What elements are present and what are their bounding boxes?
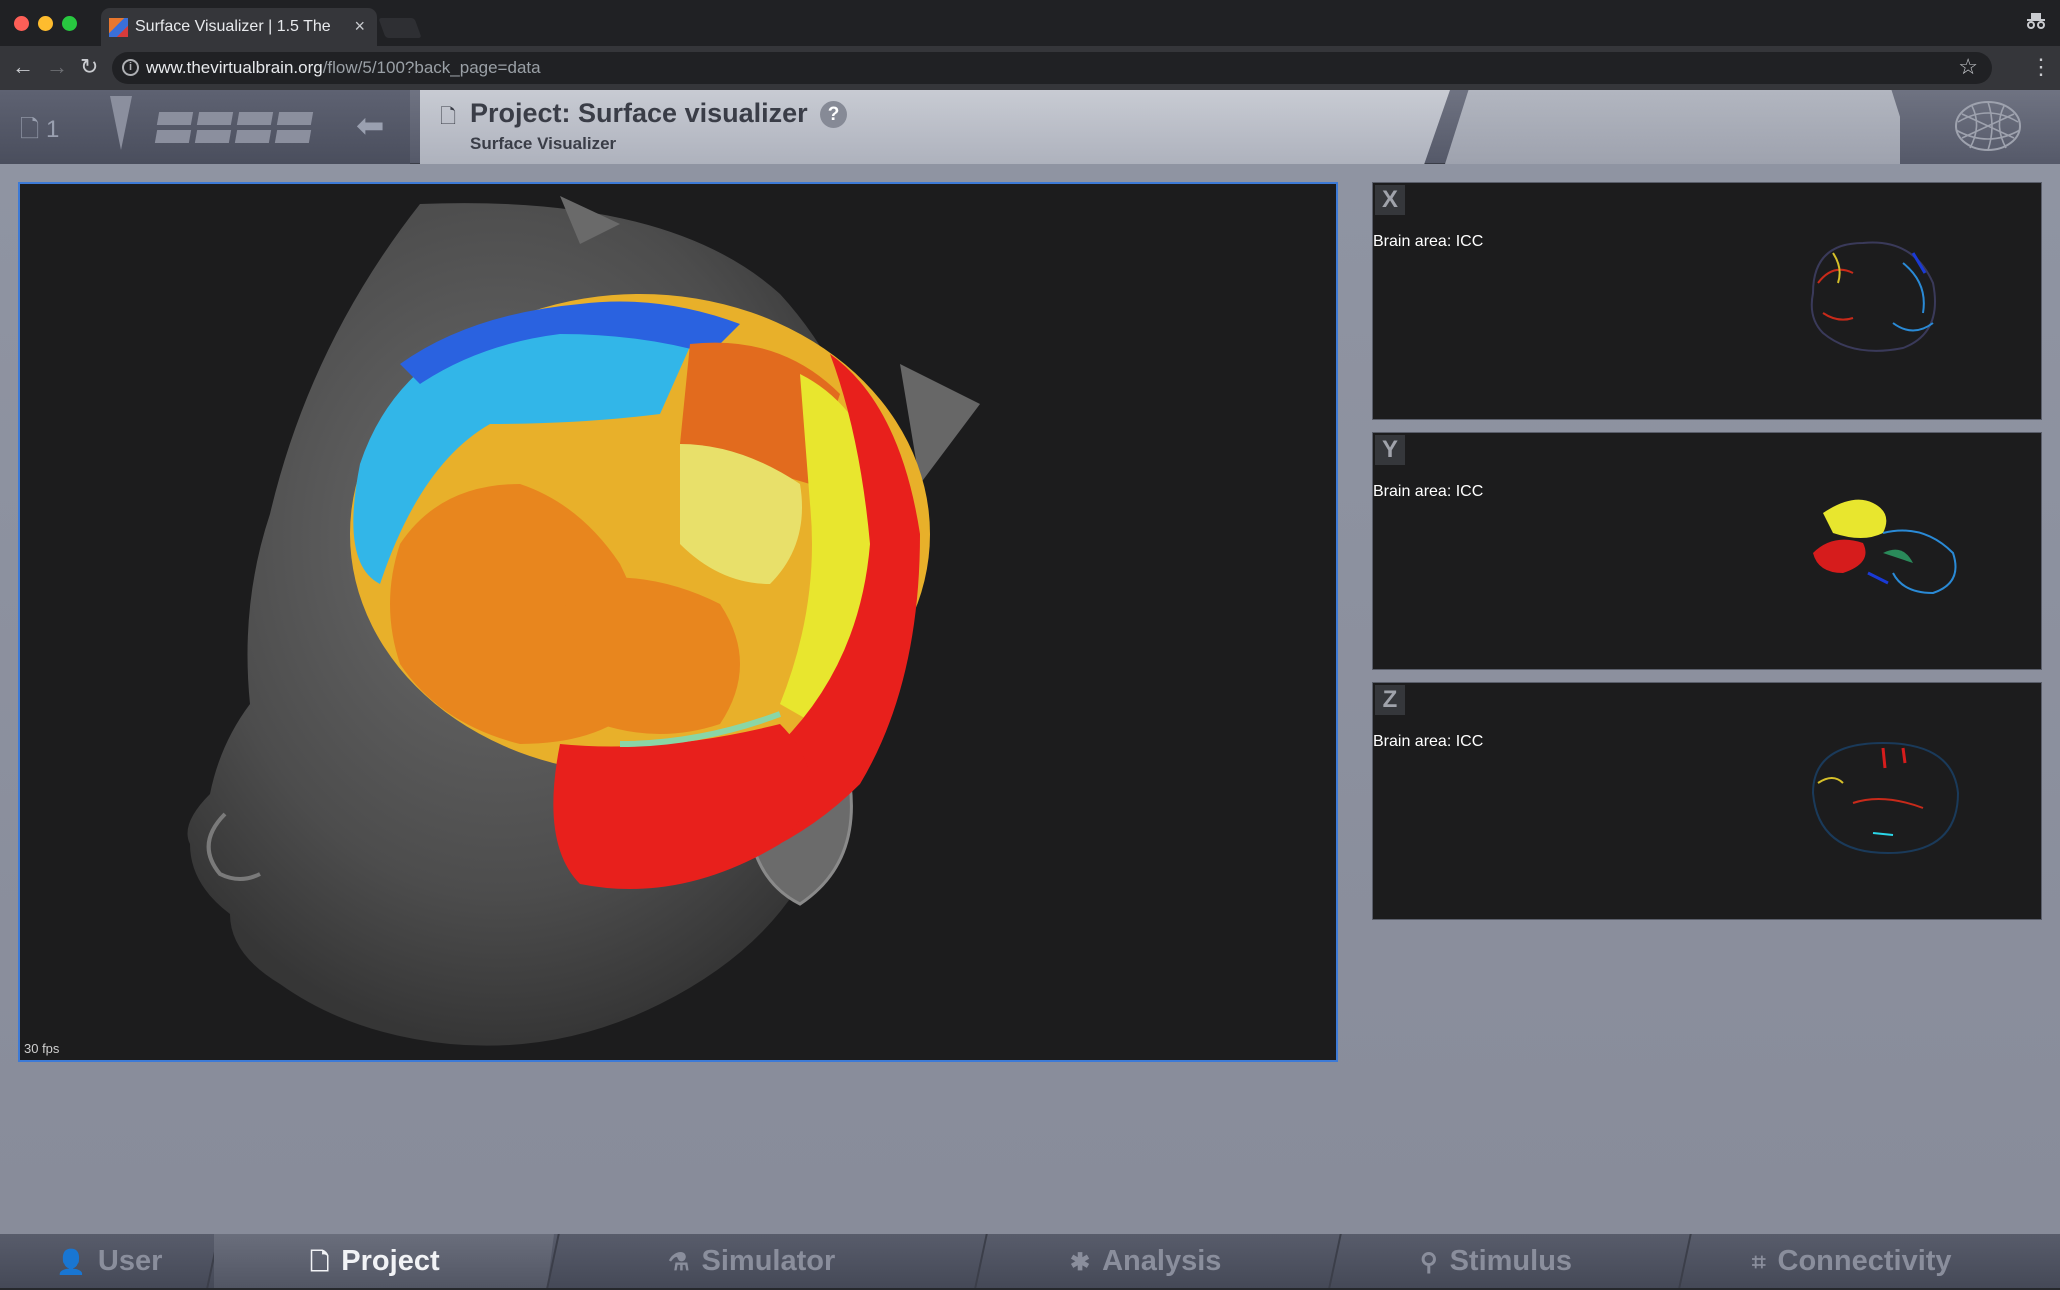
nav-tab-connectivity[interactable]: ⌗ Connectivity (1752, 1234, 1952, 1288)
new-tab-button[interactable] (378, 18, 422, 38)
minimize-window-button[interactable] (38, 16, 53, 31)
nav-tab-project[interactable]: 🗋 Project (214, 1234, 554, 1288)
document-icon: 🗋 (20, 116, 40, 143)
tab-title: Surface Visualizer | 1.5 The Vir (135, 18, 335, 35)
grid-cell-icon[interactable] (234, 130, 272, 143)
tab-close-icon[interactable]: × (354, 16, 365, 37)
fps-counter: 30 fps (24, 1041, 60, 1056)
back-arrow-icon[interactable]: ← (12, 54, 34, 80)
slice-view-y[interactable]: Y Brain area: ICC (1372, 432, 2042, 670)
pin-icon: ⚲ (1420, 1249, 1438, 1276)
slice-z-contour (1811, 741, 1960, 855)
nav-label-user: User (97, 1245, 163, 1277)
axis-label-x: X (1375, 185, 1405, 215)
page-title: Project: Surface visualizer (470, 98, 808, 128)
url-path: /flow/5/100?back_page=data (322, 58, 541, 77)
page-subtitle: Surface Visualizer (470, 134, 617, 153)
brain-logo-icon (1955, 101, 2021, 151)
main-content: 30 fps X Brain area: ICC Y Brain area: I… (0, 164, 2060, 1234)
reload-icon[interactable]: ↻ (80, 54, 98, 80)
nav-label-stimulus: Stimulus (1449, 1245, 1573, 1277)
address-bar[interactable]: i www.thevirtualbrain.org/flow/5/100?bac… (112, 52, 1992, 84)
surface-3d-viewer[interactable]: 30 fps (18, 182, 1338, 1062)
nav-tab-stimulus[interactable]: ⚲ Stimulus (1420, 1234, 1572, 1288)
menu-icon[interactable]: ⋮ (2030, 54, 2052, 80)
back-arrow-icon[interactable]: ⬅ (356, 106, 385, 146)
user-icon: 👤 (56, 1249, 86, 1276)
close-window-button[interactable] (14, 16, 29, 31)
grid-cell-icon[interactable] (236, 112, 274, 125)
slice-view-z[interactable]: Z Brain area: ICC (1372, 682, 2042, 920)
gear-icon: ✱ (1070, 1249, 1091, 1276)
nav-tab-simulator[interactable]: ⚗ Simulator (668, 1234, 835, 1288)
slice-x-contour (1810, 241, 1936, 352)
nav-separator (1678, 1234, 1692, 1288)
header-empty-panel (1445, 90, 1915, 164)
browser-tab[interactable]: Surface Visualizer | 1.5 The Vir × (101, 8, 377, 46)
document-icon: 🗋 (310, 1249, 330, 1276)
forward-arrow-icon[interactable]: → (46, 54, 68, 80)
url-domain: www.thevirtualbrain.org (146, 58, 323, 77)
app-header: 🗋 1 ⬅ 🗋 Project: Surface visualizer ? Su… (0, 90, 2060, 164)
nav-label-analysis: Analysis (1102, 1245, 1222, 1277)
nav-tab-user[interactable]: 👤 User (56, 1234, 162, 1288)
nav-label-project: Project (341, 1245, 440, 1277)
info-icon[interactable]: i (122, 59, 139, 76)
filter-icon[interactable] (110, 96, 132, 150)
tvb-favicon-icon (109, 18, 128, 37)
url-text: www.thevirtualbrain.org/flow/5/100?back_… (146, 58, 541, 78)
brain-area-label: Brain area: ICC (1373, 483, 1484, 500)
axis-label-y: Y (1375, 435, 1405, 465)
star-icon[interactable]: ☆ (1958, 54, 1978, 80)
header-left-controls: 🗋 1 ⬅ (0, 90, 410, 164)
brain-surface-render (187, 196, 980, 1046)
incognito-icon (2027, 13, 2045, 29)
grid-cell-icon[interactable] (154, 130, 192, 143)
grid-cell-icon[interactable] (156, 112, 194, 125)
slice-y-contour (1813, 499, 1957, 595)
grid-cell-icon[interactable] (194, 130, 232, 143)
help-icon[interactable]: ? (820, 101, 847, 128)
browser-toolbar: ← → ↻ i www.thevirtualbrain.org/flow/5/1… (0, 46, 2060, 90)
grid-cell-icon[interactable] (274, 130, 312, 143)
slice-view-x[interactable]: X Brain area: ICC (1372, 182, 2042, 420)
axis-label-z: Z (1375, 685, 1405, 715)
nav-label-simulator: Simulator (701, 1245, 836, 1277)
maximize-window-button[interactable] (62, 16, 77, 31)
connectivity-icon: ⌗ (1752, 1249, 1766, 1276)
nav-tab-analysis[interactable]: ✱ Analysis (1070, 1234, 1221, 1288)
grid-cell-icon[interactable] (276, 112, 314, 125)
brain-area-label: Brain area: ICC (1373, 733, 1484, 750)
document-icon: 🗋 (440, 106, 457, 128)
nav-separator (974, 1234, 988, 1288)
nav-label-connectivity: Connectivity (1777, 1245, 1952, 1277)
bottom-navigation: 👤 User 🗋 Project ⚗ Simulator ✱ Analysis ⚲ Sti… (0, 1234, 2060, 1288)
grid-cell-icon[interactable] (196, 112, 234, 125)
nav-separator (1328, 1234, 1342, 1288)
brain-area-label: Brain area: ICC (1373, 233, 1484, 250)
project-count[interactable]: 🗋 1 (20, 112, 59, 153)
browser-titlebar: Surface Visualizer | 1.5 The Vir × (0, 0, 2060, 46)
project-count-value: 1 (45, 116, 60, 143)
flask-icon: ⚗ (668, 1249, 690, 1276)
